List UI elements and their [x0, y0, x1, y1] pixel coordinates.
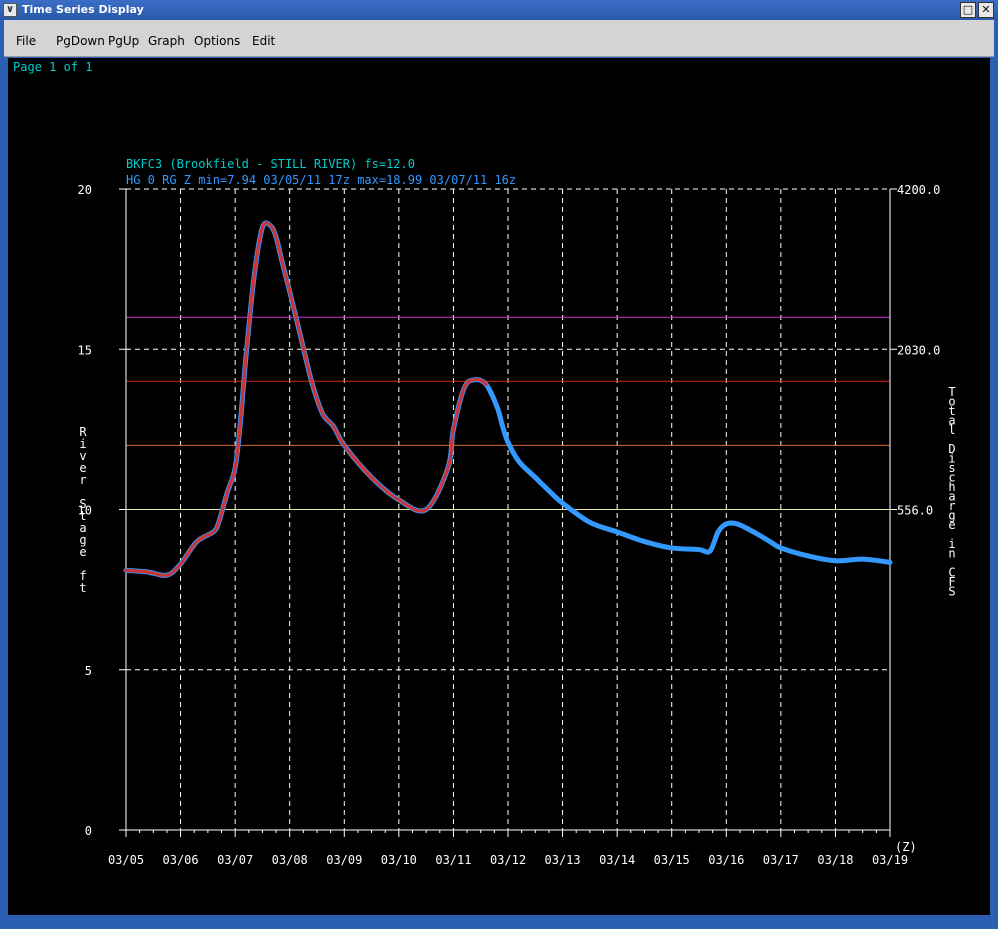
- window-bottom-border: [4, 917, 994, 925]
- x-unit-label: (Z): [895, 840, 917, 854]
- y-axis-label-char: r: [79, 473, 86, 487]
- x-tick-label: 03/06: [163, 853, 199, 867]
- right-axis-label-char: e: [948, 518, 955, 532]
- x-tick-label: 03/16: [708, 853, 744, 867]
- y-tick-label: 20: [78, 183, 92, 197]
- x-tick-label: 03/10: [381, 853, 417, 867]
- chart-subtitle: HG 0 RG Z min=7.94 03/05/11 17z max=18.9…: [126, 173, 516, 187]
- x-tick-label: 03/17: [763, 853, 799, 867]
- y-axis-label-char: t: [79, 581, 86, 595]
- right-axis-label-char: l: [948, 423, 955, 437]
- x-tick-label: 03/19: [872, 853, 908, 867]
- y-axis-label-char: e: [79, 545, 86, 559]
- right-axis-label-char: n: [948, 547, 955, 561]
- x-tick-label: 03/07: [217, 853, 253, 867]
- right-tick-label: 2030.0: [897, 343, 940, 357]
- x-tick-label: 03/12: [490, 853, 526, 867]
- time-series-chart[interactable]: 03/05 03/06 03/07 03/08 03/09 03/10 03/11 03/12…: [0, 0, 998, 929]
- observed-data-point: [484, 382, 488, 386]
- x-tick-label: 03/13: [545, 853, 581, 867]
- chart-title: BKFC3 (Brookfield - STILL RIVER) fs=12.0: [126, 157, 415, 171]
- y-tick-label: 0: [85, 824, 92, 838]
- x-tick-label: 03/18: [817, 853, 853, 867]
- right-tick-label: 556.0: [897, 504, 933, 518]
- x-tick-label: 03/09: [326, 853, 362, 867]
- right-tick-label: 4200.0: [897, 183, 940, 197]
- x-tick-label: 03/05: [108, 853, 144, 867]
- x-tick-label: 03/11: [435, 853, 471, 867]
- x-tick-label: 03/08: [272, 853, 308, 867]
- x-tick-label: 03/15: [654, 853, 690, 867]
- right-axis-label-char: S: [948, 585, 955, 599]
- y-tick-label: 5: [85, 664, 92, 678]
- y-tick-label: 15: [78, 343, 92, 357]
- x-tick-label: 03/14: [599, 853, 635, 867]
